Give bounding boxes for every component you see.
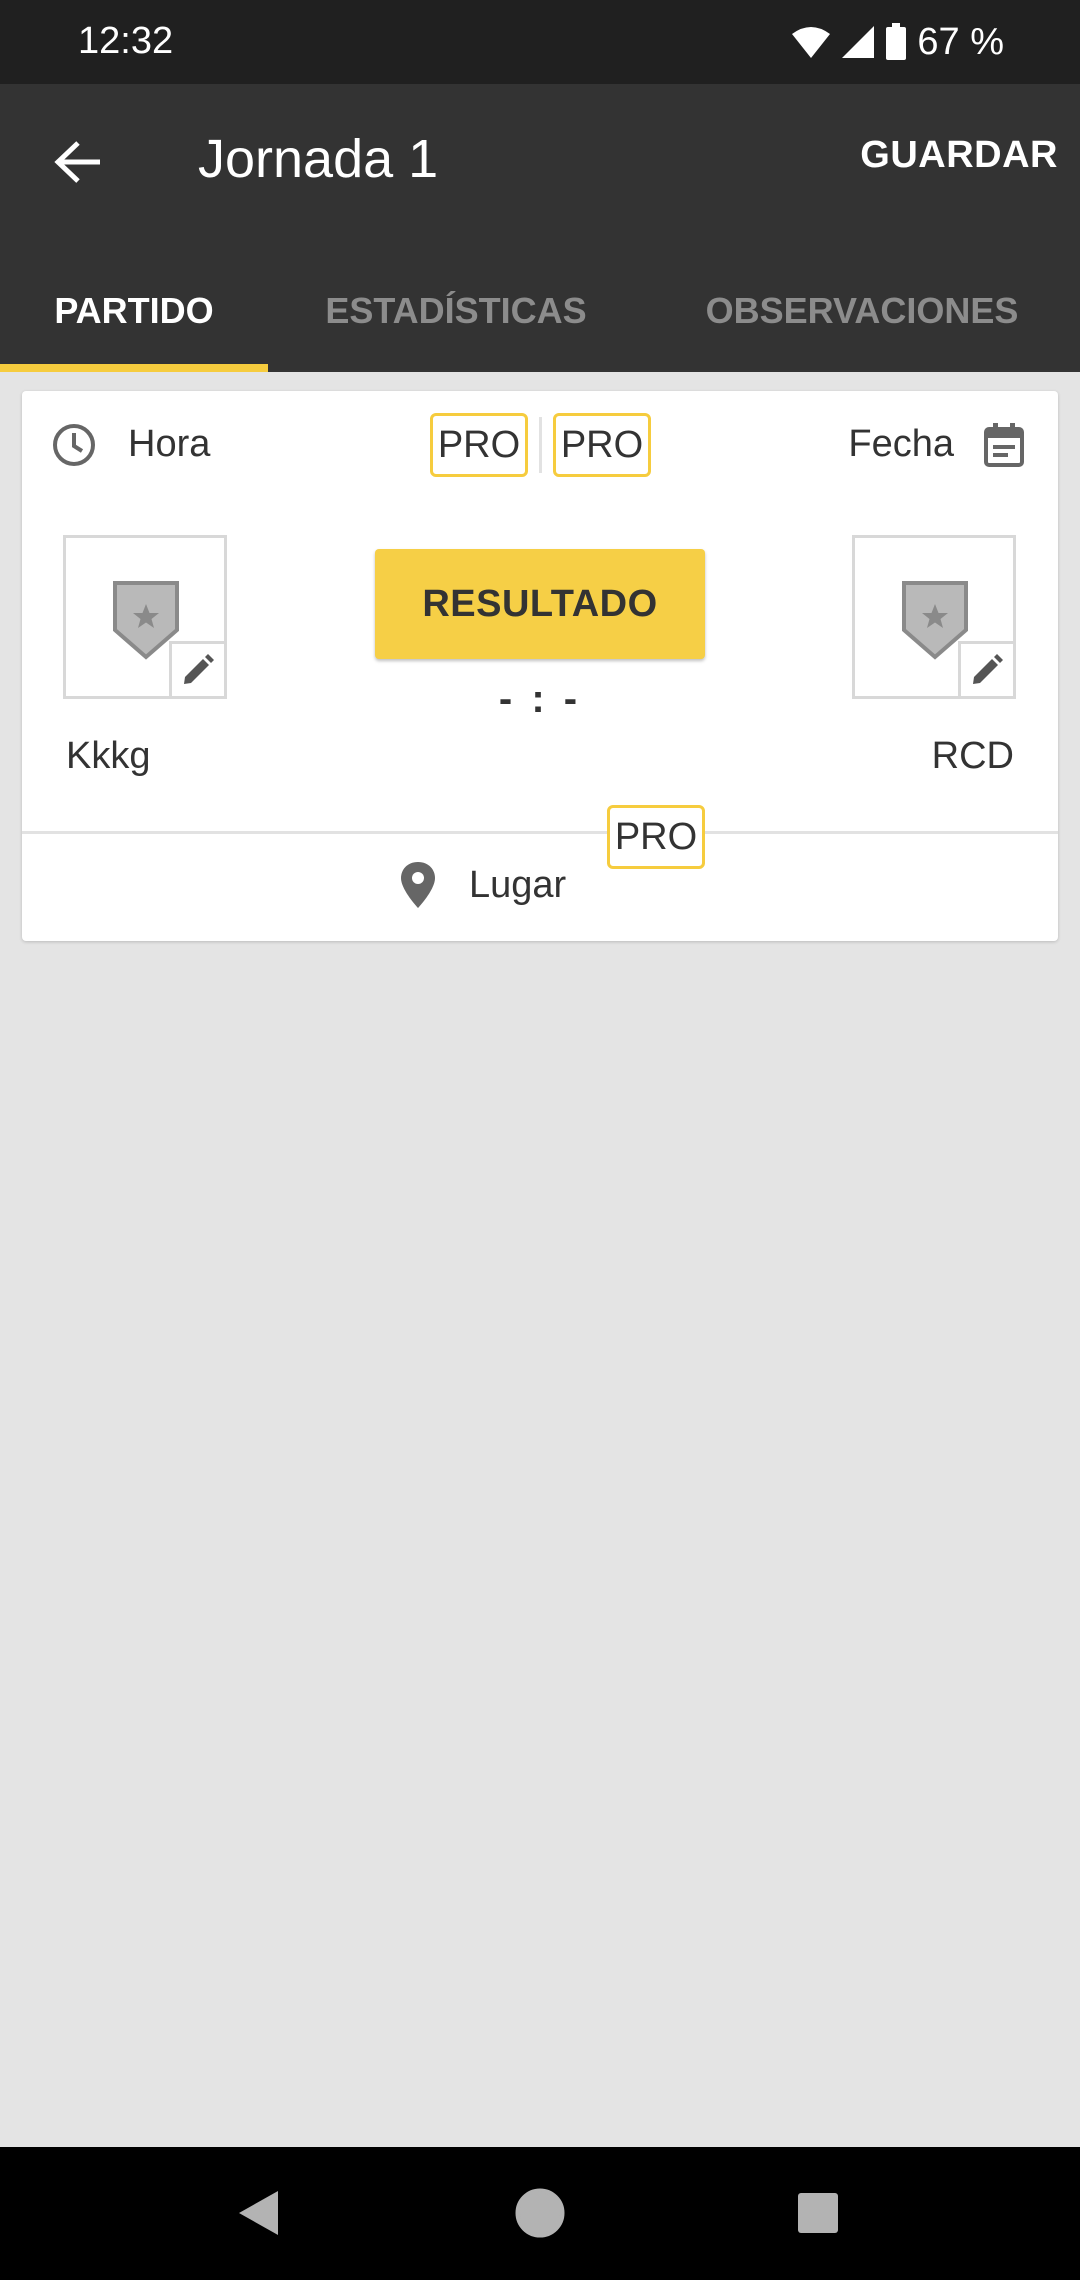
place-row[interactable]: Lugar — [22, 834, 1058, 941]
navigation-bar — [0, 2147, 1080, 2280]
away-team-logo[interactable] — [852, 535, 1016, 699]
app-bar: Jornada 1 GUARDAR PARTIDO ESTADÍSTICAS O… — [0, 84, 1080, 372]
nav-home-button[interactable] — [508, 2181, 572, 2245]
edit-away-logo-button[interactable] — [958, 641, 1016, 699]
back-arrow-icon — [54, 141, 100, 183]
battery-percentage: 67 % — [917, 20, 1004, 63]
tab-indicator — [0, 364, 268, 372]
badge-divider — [539, 417, 542, 473]
clock-icon — [53, 424, 95, 466]
status-time: 12:32 — [78, 20, 174, 62]
tab-bar: PARTIDO ESTADÍSTICAS OBSERVACIONES — [0, 250, 1080, 372]
wifi-icon — [791, 25, 831, 59]
tab-observaciones[interactable]: OBSERVACIONES — [644, 250, 1080, 372]
pencil-icon — [973, 654, 1003, 684]
score-display: - : - — [498, 677, 582, 721]
status-bar: 12:32 67 % — [0, 0, 1080, 84]
back-button[interactable] — [46, 124, 110, 200]
place-field: Lugar — [469, 864, 567, 906]
match-card: Hora PRO PRO Fecha RESULTADO -: - Kkkg … — [22, 391, 1058, 941]
time-field[interactable]: Hora — [128, 423, 210, 466]
circle-home-icon — [515, 2188, 565, 2238]
status-icons: 67 % — [791, 20, 1004, 64]
triangle-back-icon — [239, 2191, 278, 2235]
tab-partido[interactable]: PARTIDO — [0, 250, 268, 372]
signal-icon — [841, 25, 875, 59]
pro-badge-away-score[interactable]: PRO — [553, 413, 651, 477]
square-recents-icon — [798, 2193, 838, 2233]
pro-badge-place[interactable]: PRO — [607, 805, 705, 869]
result-button[interactable]: RESULTADO — [375, 549, 705, 659]
home-team-logo[interactable] — [63, 535, 227, 699]
away-team-name[interactable]: RCD — [932, 735, 1014, 778]
page-title: Jornada 1 — [198, 129, 439, 189]
edit-home-logo-button[interactable] — [169, 641, 227, 699]
calendar-icon[interactable] — [982, 421, 1026, 469]
date-field[interactable]: Fecha — [848, 423, 954, 466]
pencil-icon — [184, 654, 214, 684]
save-button[interactable]: GUARDAR — [860, 134, 1058, 177]
nav-back-button[interactable] — [226, 2181, 290, 2245]
pro-badge-home-score[interactable]: PRO — [430, 413, 528, 477]
home-team-name[interactable]: Kkkg — [66, 735, 150, 778]
tab-estadisticas[interactable]: ESTADÍSTICAS — [268, 250, 644, 372]
battery-icon — [885, 23, 907, 61]
location-pin-icon — [401, 862, 435, 908]
nav-recents-button[interactable] — [786, 2181, 850, 2245]
